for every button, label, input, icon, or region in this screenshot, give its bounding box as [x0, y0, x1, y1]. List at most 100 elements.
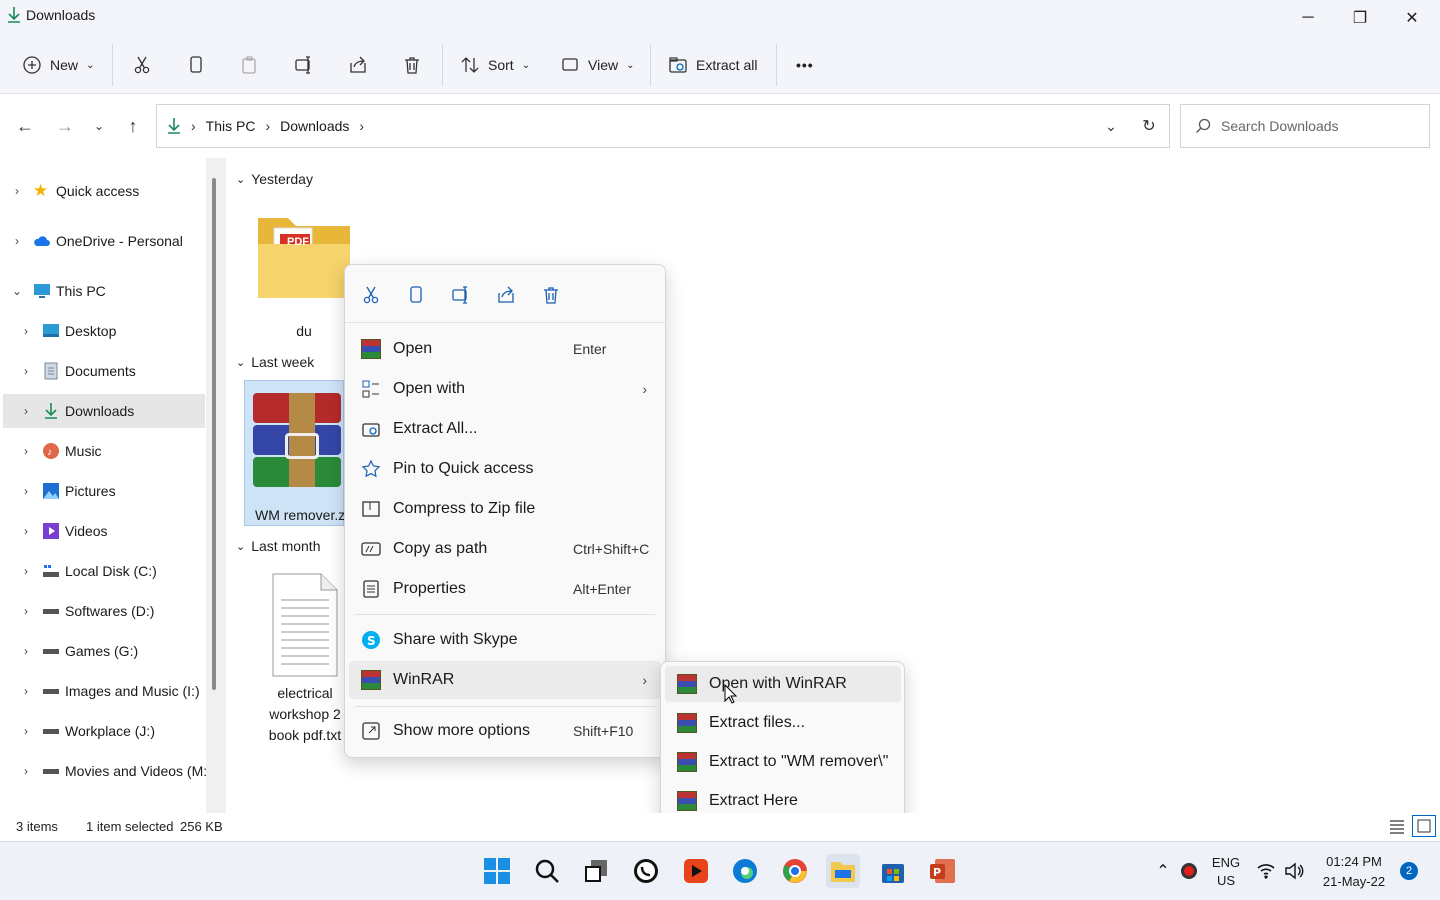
- sidebar-item-documents[interactable]: › Documents: [0, 354, 206, 388]
- view-button[interactable]: View ⌄: [560, 48, 634, 82]
- submenu-extract-to-folder[interactable]: Extract to "WM remover\": [665, 744, 901, 780]
- sidebar-item-music[interactable]: › ♪ Music: [0, 434, 206, 468]
- ctx-cut-button[interactable]: [359, 283, 383, 307]
- sidebar-item-local-disk-c[interactable]: › Local Disk (C:): [0, 554, 206, 588]
- language-indicator[interactable]: ENG US: [1208, 854, 1244, 890]
- media-player-button[interactable]: [679, 854, 713, 888]
- ctx-show-more-options[interactable]: Show more options Shift+F10: [349, 712, 661, 750]
- chrome-button[interactable]: [778, 854, 812, 888]
- edge-button[interactable]: [728, 854, 762, 888]
- group-header-yesterday[interactable]: ⌄ Yesterday: [236, 171, 313, 187]
- store-button[interactable]: [876, 854, 910, 888]
- chevron-right-icon[interactable]: ›: [10, 234, 24, 248]
- ctx-delete-button[interactable]: [539, 283, 563, 307]
- address-history-button[interactable]: ⌄: [1093, 105, 1129, 147]
- up-button[interactable]: ↑: [118, 111, 148, 141]
- taskbar-search-button[interactable]: [530, 854, 564, 888]
- sidebar-scrollbar[interactable]: [206, 158, 226, 813]
- file-item-electrical-workshop[interactable]: electrical workshop 2 book pdf.txt: [260, 570, 350, 746]
- extract-all-button[interactable]: Extract all: [668, 48, 757, 82]
- back-button[interactable]: ←: [10, 111, 40, 141]
- ctx-properties[interactable]: Properties Alt+Enter: [349, 570, 661, 608]
- more-options-button[interactable]: •••: [796, 48, 814, 82]
- sidebar-item-downloads[interactable]: › Downloads: [3, 394, 205, 428]
- chevron-right-icon[interactable]: ›: [19, 604, 33, 618]
- details-view-button[interactable]: [1388, 817, 1406, 835]
- chevron-right-icon[interactable]: ›: [19, 364, 33, 378]
- ctx-compress-zip[interactable]: Compress to Zip file: [349, 490, 661, 528]
- ctx-copy-as-path[interactable]: Copy as path Ctrl+Shift+C: [349, 530, 661, 568]
- ctx-copy-button[interactable]: [404, 283, 428, 307]
- folder-item-du[interactable]: du PDF: [252, 210, 356, 339]
- chevron-right-icon[interactable]: ›: [10, 184, 24, 198]
- sidebar-item-desktop[interactable]: › Desktop: [0, 314, 206, 348]
- chevron-right-icon[interactable]: ›: [19, 484, 33, 498]
- sidebar-item-pictures[interactable]: › Pictures: [0, 474, 206, 508]
- ctx-open-with[interactable]: Open with ›: [349, 370, 661, 408]
- recent-locations-button[interactable]: ⌄: [84, 111, 114, 141]
- ctx-extract-all[interactable]: Extract All...: [349, 410, 661, 448]
- paste-button[interactable]: [240, 48, 260, 82]
- breadcrumb-this-pc[interactable]: This PC: [206, 118, 256, 134]
- ctx-rename-button[interactable]: [449, 283, 473, 307]
- cut-button[interactable]: [132, 48, 152, 82]
- language-label: ENG: [1211, 855, 1241, 870]
- address-bar[interactable]: › This PC › Downloads › ⌄ ↻: [156, 104, 1170, 148]
- notification-badge[interactable]: 2: [1400, 862, 1418, 880]
- chevron-down-icon[interactable]: ⌄: [10, 284, 24, 298]
- breadcrumb-downloads[interactable]: Downloads: [280, 118, 349, 134]
- group-header-last-week[interactable]: ⌄ Last week: [236, 354, 314, 370]
- sidebar-item-quick-access[interactable]: › ★ Quick access: [0, 174, 206, 208]
- sidebar-item-workplace-j[interactable]: › Workplace (J:): [0, 714, 206, 748]
- delete-button[interactable]: [402, 48, 422, 82]
- clock[interactable]: 01:24 PM 21-May-22: [1316, 852, 1392, 892]
- search-input[interactable]: Search Downloads: [1180, 104, 1430, 148]
- winrar-icon: [677, 713, 697, 733]
- minimize-button[interactable]: ─: [1282, 0, 1334, 36]
- ctx-share-button[interactable]: [494, 283, 518, 307]
- chevron-right-icon[interactable]: ›: [19, 564, 33, 578]
- ctx-winrar[interactable]: WinRAR ›: [349, 661, 661, 699]
- powerpoint-button[interactable]: P: [926, 854, 960, 888]
- sidebar-item-softwares-d[interactable]: › Softwares (D:): [0, 594, 206, 628]
- sidebar-item-onedrive[interactable]: › OneDrive - Personal: [0, 224, 206, 258]
- ctx-share-skype[interactable]: S Share with Skype: [349, 621, 661, 659]
- chevron-right-icon[interactable]: ›: [19, 684, 33, 698]
- sidebar-item-images-music-i[interactable]: › Images and Music (I:): [0, 674, 206, 708]
- new-button[interactable]: New ⌄: [22, 48, 94, 82]
- file-explorer-button[interactable]: [826, 854, 860, 888]
- sidebar-item-videos[interactable]: › Videos: [0, 514, 206, 548]
- task-view-button[interactable]: [579, 854, 613, 888]
- chevron-right-icon[interactable]: ›: [19, 404, 33, 418]
- chevron-right-icon[interactable]: ›: [19, 444, 33, 458]
- drive-icon: [43, 609, 59, 614]
- chevron-right-icon[interactable]: ›: [19, 764, 33, 778]
- ctx-open[interactable]: Open Enter: [349, 330, 661, 368]
- file-item-wm-remover[interactable]: WM remover.z: [244, 380, 345, 526]
- submenu-extract-files[interactable]: Extract files...: [665, 705, 901, 741]
- chevron-right-icon[interactable]: ›: [19, 724, 33, 738]
- group-header-last-month[interactable]: ⌄ Last month: [236, 538, 320, 554]
- share-button[interactable]: [348, 48, 368, 82]
- sidebar-item-movies-videos-m[interactable]: › Movies and Videos (M:): [0, 754, 212, 788]
- start-button[interactable]: [480, 854, 514, 888]
- whatsapp-button[interactable]: [629, 854, 663, 888]
- copy-button[interactable]: [186, 48, 206, 82]
- rename-button[interactable]: [294, 48, 314, 82]
- chevron-right-icon[interactable]: ›: [19, 324, 33, 338]
- close-button[interactable]: ✕: [1386, 0, 1438, 36]
- chevron-right-icon[interactable]: ›: [19, 644, 33, 658]
- sort-button[interactable]: Sort ⌄: [460, 48, 530, 82]
- refresh-button[interactable]: ↻: [1131, 105, 1167, 147]
- submenu-open-with-winrar[interactable]: Open with WinRAR: [665, 666, 901, 702]
- forward-button[interactable]: →: [50, 111, 80, 141]
- sidebar-item-games-g[interactable]: › Games (G:): [0, 634, 206, 668]
- sidebar-item-this-pc[interactable]: ⌄ This PC: [0, 274, 206, 308]
- ctx-pin-quick-access[interactable]: Pin to Quick access: [349, 450, 661, 488]
- chevron-right-icon[interactable]: ›: [19, 524, 33, 538]
- recording-indicator[interactable]: [1172, 854, 1206, 888]
- network-volume-group[interactable]: [1256, 860, 1308, 882]
- tiles-view-button[interactable]: [1412, 815, 1436, 837]
- sidebar-scrollbar-thumb[interactable]: [212, 178, 216, 690]
- restore-button[interactable]: ❐: [1334, 0, 1386, 36]
